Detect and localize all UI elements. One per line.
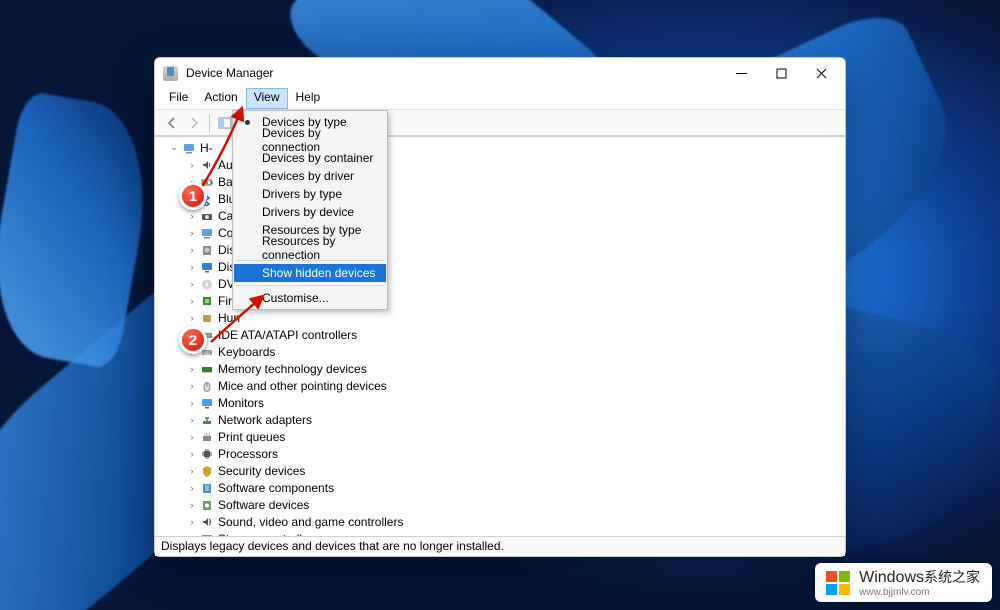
maximize-button[interactable]: [761, 59, 801, 87]
security-icon: [199, 463, 214, 478]
tree-node[interactable]: ›Memory technology devices: [163, 360, 837, 377]
window-title: Device Manager: [186, 66, 721, 80]
statusbar: Displays legacy devices and devices that…: [155, 536, 845, 556]
tree-node-label: Security devices: [218, 464, 305, 478]
tree-node-label: Software components: [218, 481, 334, 495]
tree-node[interactable]: ›Monitors: [163, 394, 837, 411]
menu-item-drivers-by-device[interactable]: Drivers by device: [234, 203, 386, 221]
watermark: Windows系统之家 www.bjjmlv.com: [815, 563, 992, 602]
annotation-badge-1: 1: [179, 182, 207, 210]
close-button[interactable]: [801, 59, 841, 87]
tree-node[interactable]: ›Storage controllers: [163, 530, 837, 536]
annotation-badge-2: 2: [179, 326, 207, 354]
menu-separator: [236, 285, 384, 286]
tree-node[interactable]: ›Sound, video and game controllers: [163, 513, 837, 530]
tree-node-label: Monitors: [218, 396, 264, 410]
display-icon: [199, 259, 214, 274]
camera-icon: [199, 208, 214, 223]
menu-file[interactable]: File: [161, 88, 196, 109]
tree-node-label: IDE ATA/ATAPI controllers: [218, 328, 357, 342]
computer-icon: [199, 225, 214, 240]
menu-item-label: Devices by container: [262, 151, 373, 165]
tree-node[interactable]: ›Security devices: [163, 462, 837, 479]
back-button[interactable]: [161, 113, 183, 133]
titlebar[interactable]: Device Manager: [155, 58, 845, 88]
memory-icon: [199, 361, 214, 376]
tree-node-label: Software devices: [218, 498, 309, 512]
mouse-icon: [199, 378, 214, 393]
network-icon: [199, 412, 214, 427]
firmware-icon: [199, 293, 214, 308]
radio-dot-icon: [245, 120, 250, 125]
hid-icon: [199, 310, 214, 325]
menu-item-devices-by-connection[interactable]: Devices by connection: [234, 131, 386, 149]
menu-item-label: Devices by driver: [262, 169, 354, 183]
tree-node[interactable]: ›Processors: [163, 445, 837, 462]
monitor-icon: [199, 395, 214, 410]
tree-node-label: Memory technology devices: [218, 362, 367, 376]
menu-item-label: Customise...: [262, 291, 329, 305]
tree-node-label: Hun: [218, 311, 240, 325]
storage-icon: [199, 531, 214, 536]
toolbar-separator: [209, 114, 210, 132]
watermark-url: www.bjjmlv.com: [859, 587, 980, 598]
tree-node[interactable]: ›Mice and other pointing devices: [163, 377, 837, 394]
tree-node-label: Print queues: [218, 430, 285, 444]
computer-icon: [181, 140, 196, 155]
view-menu-dropdown: Devices by typeDevices by connectionDevi…: [232, 110, 388, 310]
tree-node-label: Keyboards: [218, 345, 275, 359]
forward-button[interactable]: [183, 113, 205, 133]
menu-item-show-hidden-devices[interactable]: Show hidden devices: [234, 264, 386, 282]
tree-node-label: Mice and other pointing devices: [218, 379, 387, 393]
menu-item-label: Show hidden devices: [262, 266, 375, 280]
menu-action[interactable]: Action: [196, 88, 245, 109]
tree-node[interactable]: ›Keyboards: [163, 343, 837, 360]
softcomp-icon: [199, 480, 214, 495]
tree-node-label: Storage controllers: [218, 532, 319, 537]
tree-node[interactable]: ›Software components: [163, 479, 837, 496]
watermark-suffix: 系统之家: [924, 569, 980, 585]
menu-item-label: Drivers by device: [262, 205, 354, 219]
tree-node[interactable]: ›Hun: [163, 309, 837, 326]
tree-node[interactable]: ›Print queues: [163, 428, 837, 445]
tree-node[interactable]: ›Network adapters: [163, 411, 837, 428]
menu-item-customise[interactable]: Customise...: [234, 289, 386, 307]
printer-icon: [199, 429, 214, 444]
menu-item-drivers-by-type[interactable]: Drivers by type: [234, 185, 386, 203]
menu-view[interactable]: View: [246, 88, 288, 109]
menu-item-label: Drivers by type: [262, 187, 342, 201]
app-icon: [163, 66, 178, 81]
menubar: FileActionViewHelp: [155, 88, 845, 110]
menu-item-label: Resources by connection: [262, 234, 376, 262]
audio-icon: [199, 157, 214, 172]
dvd-icon: [199, 276, 214, 291]
softdev-icon: [199, 497, 214, 512]
menu-item-devices-by-driver[interactable]: Devices by driver: [234, 167, 386, 185]
watermark-brand: Windows: [859, 569, 924, 586]
tree-node-label: Processors: [218, 447, 278, 461]
minimize-button[interactable]: [721, 59, 761, 87]
cpu-icon: [199, 446, 214, 461]
menu-item-devices-by-container[interactable]: Devices by container: [234, 149, 386, 167]
windows-logo-icon: [825, 570, 853, 598]
tree-node[interactable]: ›IDE ATA/ATAPI controllers: [163, 326, 837, 343]
tree-node-label: Network adapters: [218, 413, 312, 427]
disk-icon: [199, 242, 214, 257]
sound-icon: [199, 514, 214, 529]
tree-node[interactable]: ›Software devices: [163, 496, 837, 513]
tree-node-label: Sound, video and game controllers: [218, 515, 403, 529]
menu-item-resources-by-connection[interactable]: Resources by connection: [234, 239, 386, 257]
menu-help[interactable]: Help: [288, 88, 329, 109]
